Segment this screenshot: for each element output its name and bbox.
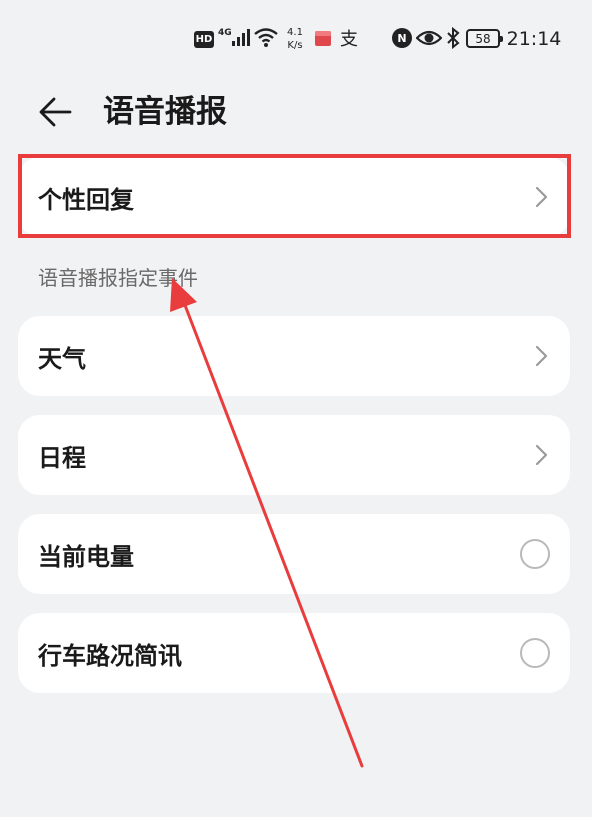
cellular-signal-icon: 4G [218,26,252,50]
personal-reply-label: 个性回复 [38,185,134,214]
annotation-arrow [170,278,364,768]
event-label: 日程 [38,443,86,472]
chevron-right-icon [535,345,548,367]
back-button[interactable] [36,92,76,132]
battery-radio[interactable] [520,539,550,569]
alipay-icon: 支 [340,29,358,50]
status-bar: HD 4G 4.1 K/s 支 N 58 21:14 [0,0,592,80]
app-notification-icon [313,28,333,48]
wifi-icon [253,25,279,49]
event-item-weather[interactable]: 天气 [18,316,570,396]
status-time: 21:14 [506,28,562,50]
speed-unit: K/s [287,40,303,51]
traffic-radio[interactable] [520,638,550,668]
speed-value: 4.1 [287,27,303,38]
event-label: 行车路况简讯 [38,641,182,670]
event-label: 当前电量 [38,542,134,571]
network-speed: 4.1 K/s [282,24,308,54]
bluetooth-icon [444,26,462,50]
eye-comfort-icon [416,28,442,48]
nfc-icon: N [390,26,414,50]
chevron-right-icon [535,444,548,466]
event-item-traffic[interactable]: 行车路况简讯 [18,613,570,693]
chevron-right-icon [535,186,548,208]
event-item-battery[interactable]: 当前电量 [18,514,570,594]
page-title: 语音播报 [103,94,227,130]
battery-indicator: 58 [466,29,503,48]
section-header: 语音播报指定事件 [38,266,198,290]
event-label: 天气 [38,344,86,373]
personal-reply-item[interactable]: 个性回复 [18,157,570,237]
svg-text:N: N [397,32,406,45]
hd-icon: HD [194,31,214,48]
event-item-schedule[interactable]: 日程 [18,415,570,495]
arrow-left-icon [39,97,72,127]
